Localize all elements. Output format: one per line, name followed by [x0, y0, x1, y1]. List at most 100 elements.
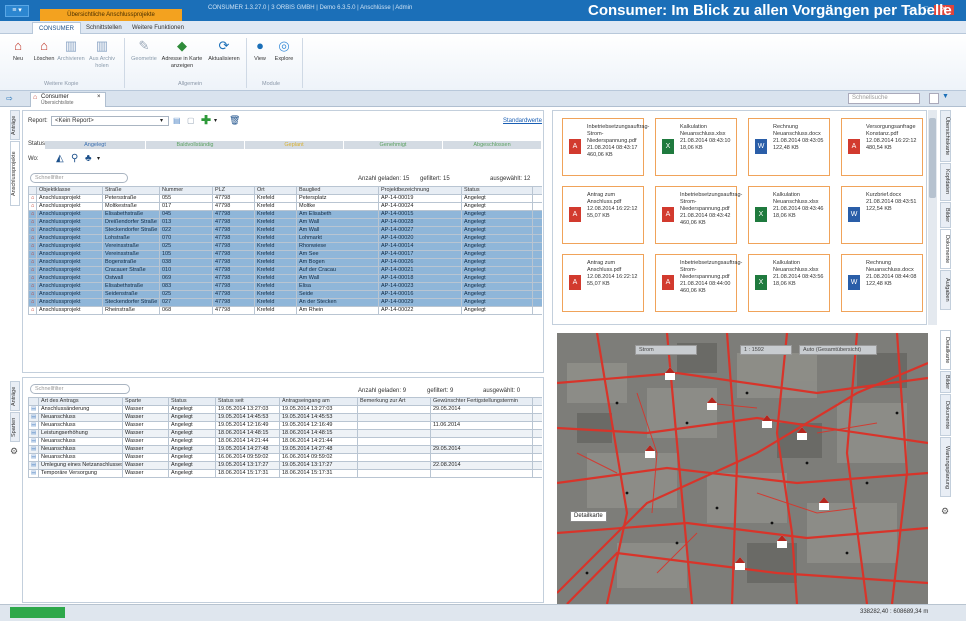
document-card[interactable]: X Kalkulation Neuanschluss.xlsx 21.08.2014…: [748, 254, 830, 312]
scrollbar-thumb[interactable]: [929, 118, 936, 198]
map-address-button[interactable]: ◆ Adresse in Karte anzeigen: [160, 38, 204, 70]
vtab-sparten[interactable]: Sparten: [10, 412, 20, 442]
table-row[interactable]: ⌂ Anschlussprojekt Ostwall 069 47798 Krefeld A…: [28, 274, 542, 283]
column-header[interactable]: Bemerkung zur Art: [357, 397, 431, 406]
nav-arrow-icon[interactable]: ⇨: [6, 94, 13, 103]
column-header[interactable]: Objektklasse: [36, 186, 103, 195]
map-extent-icon[interactable]: ◭: [56, 153, 64, 164]
column-header[interactable]: Status: [168, 397, 216, 406]
vtab-dokumente-lower[interactable]: Dokumente: [940, 394, 951, 436]
document-card[interactable]: X Kalkulation Neuanschluss.xlsx 21.08.2014…: [748, 186, 830, 244]
trash-icon[interactable]: 🗑: [229, 115, 240, 126]
geometry-button[interactable]: ✎ Geometrie: [128, 38, 160, 63]
select-area-icon[interactable]: ⚲: [71, 153, 78, 164]
explore-button[interactable]: ◎ Explore: [270, 38, 298, 63]
table-row[interactable]: ⌂ Anschlussprojekt Vereinsstraße 025 47798 Kr…: [28, 242, 542, 251]
map-canvas[interactable]: [557, 333, 928, 604]
table-row[interactable]: ⌂ Anschlussprojekt Steckendorfer Straße 022…: [28, 226, 542, 235]
map-mode-field[interactable]: Auto (Gesamtübersicht): [799, 345, 877, 355]
archive-button[interactable]: ▥ Archivieren: [57, 38, 85, 63]
status-step-angelegt[interactable]: Angelegt: [45, 141, 145, 149]
document-card[interactable]: W Rechnung Neuanschluss.docx 21.08.2014 08…: [841, 254, 923, 312]
table-row[interactable]: ⌂ Anschlussprojekt Seidenstraße 025 47798 Kre…: [28, 290, 542, 299]
view-button[interactable]: ● View: [249, 38, 271, 63]
column-header[interactable]: PLZ: [212, 186, 255, 195]
column-header[interactable]: Nummer: [159, 186, 213, 195]
map-scale-field[interactable]: 1 : 1592: [740, 345, 792, 355]
chevron-down-icon[interactable]: ▾: [97, 155, 100, 162]
vtab-dokumente[interactable]: Dokumente: [940, 229, 951, 269]
vtab-bilder-lower[interactable]: Bilder: [940, 371, 951, 393]
search-button[interactable]: [929, 93, 939, 104]
settings-gear-icon[interactable]: ⚙: [10, 446, 18, 457]
document-card[interactable]: A Antrag zum Anschluss.pdf 12.08.2014 16:2…: [562, 254, 644, 312]
vtab-aufgaben[interactable]: Aufgaben: [940, 270, 951, 310]
map-layer-field[interactable]: Strom: [635, 345, 697, 355]
document-card[interactable]: A Inbetriebsetzungsauftrag-Strom-Niedersp…: [655, 254, 742, 312]
lower-filter-input[interactable]: Schnellfilter: [30, 384, 130, 394]
status-step-abgeschlossen[interactable]: Abgeschlossen: [443, 141, 541, 149]
table-row[interactable]: ⌂ Anschlussprojekt Elisabethstraße 045 47798…: [28, 210, 542, 219]
vtab-uebersichtskarte[interactable]: Übersichtskarte: [940, 110, 951, 162]
column-chooser-icon[interactable]: [532, 397, 542, 406]
doc-tab-close-icon[interactable]: ×: [97, 94, 101, 100]
table-row[interactable]: ▤ Neuanschluss Wasser Angelegt 16.06.2014 09…: [28, 453, 542, 462]
delete-button[interactable]: ⌂ Löschen: [30, 38, 58, 63]
status-step-genehmigt[interactable]: Genehmigt: [344, 141, 442, 149]
document-card[interactable]: A Versorgungsanfrage Konstanz.pdf 12.08.20…: [841, 118, 923, 176]
chevron-down-icon[interactable]: ▾: [214, 117, 217, 124]
report-run-icon[interactable]: ▤: [173, 116, 181, 125]
table-row[interactable]: ▤ Umlegung eines Netzanschlusses Wasser Ang…: [28, 461, 542, 470]
table-row[interactable]: ⌂ Anschlussprojekt Lohstraße 070 47798 Krefel…: [28, 234, 542, 243]
column-header[interactable]: Status seit: [215, 397, 280, 406]
report-select[interactable]: <Kein Report> ▾: [51, 116, 169, 126]
table-row[interactable]: ▤ Neuanschluss Wasser Angelegt 18.06.2014 14…: [28, 437, 542, 446]
table-row[interactable]: ▤ Anschlussänderung Wasser Angelegt 19.05.20…: [28, 405, 542, 414]
add-icon[interactable]: ✚: [201, 113, 211, 127]
report-copy-icon[interactable]: ▢: [187, 116, 195, 125]
chevron-down-icon[interactable]: ▼: [942, 93, 949, 100]
vtab-anschlussprojekte[interactable]: Anschlussprojekte: [10, 141, 20, 206]
app-menu-button[interactable]: ≡ ▾: [5, 5, 29, 17]
vtab-antraege-lower[interactable]: Anträge: [10, 381, 20, 411]
refresh-button[interactable]: ⟳ Aktualisieren: [205, 38, 243, 63]
table-row[interactable]: ⌂ Anschlussprojekt Cracauer Straße 010 47798…: [28, 266, 542, 275]
column-header[interactable]: Projektbezeichnung: [378, 186, 462, 195]
vtab-wartungsplanung[interactable]: Wartungsplanung: [940, 437, 951, 497]
tab-schnittstellen[interactable]: Schnittstellen: [80, 22, 128, 34]
column-header[interactable]: Antragseingang am: [279, 397, 358, 406]
column-header[interactable]: Ort: [254, 186, 297, 195]
detail-map[interactable]: Strom 1 : 1592 Auto (Gesamtübersicht) De…: [557, 333, 928, 604]
status-step-geplant[interactable]: Geplant: [245, 141, 343, 149]
table-row[interactable]: ▤ Leistungserhöhung Wasser Angelegt 18.06.20…: [28, 429, 542, 438]
table-row[interactable]: ▤ Neuanschluss Wasser Angelegt 19.05.2014 14…: [28, 445, 542, 454]
column-header[interactable]: Art des Antrags: [38, 397, 123, 406]
table-row[interactable]: ⌂ Anschlussprojekt Steckendorfer Straße 027…: [28, 298, 542, 307]
column-header[interactable]: Straße: [102, 186, 160, 195]
buffer-select-icon[interactable]: ♣: [85, 153, 92, 164]
document-card[interactable]: W Rechnung Neuanschluss.docx 21.08.2014 08…: [748, 118, 830, 176]
vtab-antraege[interactable]: Anträge: [10, 110, 20, 140]
vtab-kopfdaten[interactable]: Kopfdaten: [940, 163, 951, 201]
column-header[interactable]: Sparte: [122, 397, 169, 406]
table-row[interactable]: ▤ Temporäre Versorgung Wasser Angelegt 18.06…: [28, 469, 542, 478]
table-row[interactable]: ⌂ Anschlussprojekt Rheinstraße 068 47798 Kref…: [28, 306, 542, 315]
table-row[interactable]: ⌂ Anschlussprojekt Vereinsstraße 105 47798 Kr…: [28, 250, 542, 259]
table-row[interactable]: ⌂ Anschlussprojekt Bogenstraße 038 47798 Kref…: [28, 258, 542, 267]
column-header[interactable]: Gewünschter Fertigstellungstermin: [430, 397, 533, 406]
tab-consumer[interactable]: CONSUMER: [32, 22, 82, 34]
table-row[interactable]: ⌂ Anschlussprojekt Moltkestraße 017 47798 Kre…: [28, 202, 542, 211]
document-card[interactable]: A Antrag zum Anschluss.pdf 12.08.2014 16:2…: [562, 186, 644, 244]
unarchive-button[interactable]: ▥ Aus Archiv holen: [88, 38, 116, 70]
table-row[interactable]: ▤ Neuanschluss Wasser Angelegt 19.05.2014 14…: [28, 413, 542, 422]
table-row[interactable]: ▤ Neuanschluss Wasser Angelegt 19.05.2014 12…: [28, 421, 542, 430]
vtab-bilder[interactable]: Bilder: [940, 202, 951, 228]
status-step-baldvollstaendig[interactable]: Baldvollständig: [146, 141, 244, 149]
table-row[interactable]: ⌂ Anschlussprojekt Dreißendorfer Straße 013…: [28, 218, 542, 227]
table-row[interactable]: ⌂ Anschlussprojekt Elisabethstraße 083 47798…: [28, 282, 542, 291]
tab-consumer-uebersicht[interactable]: ⌂ Consumer Übersichtsliste ×: [30, 92, 106, 107]
document-card[interactable]: A Inbetriebsetzungsauftrag-Strom-Niedersp…: [562, 118, 649, 176]
document-card[interactable]: A Inbetriebsetzungsauftrag-Strom-Niedersp…: [655, 186, 742, 244]
column-header[interactable]: Status: [461, 186, 533, 195]
column-header[interactable]: Bauglied: [296, 186, 379, 195]
